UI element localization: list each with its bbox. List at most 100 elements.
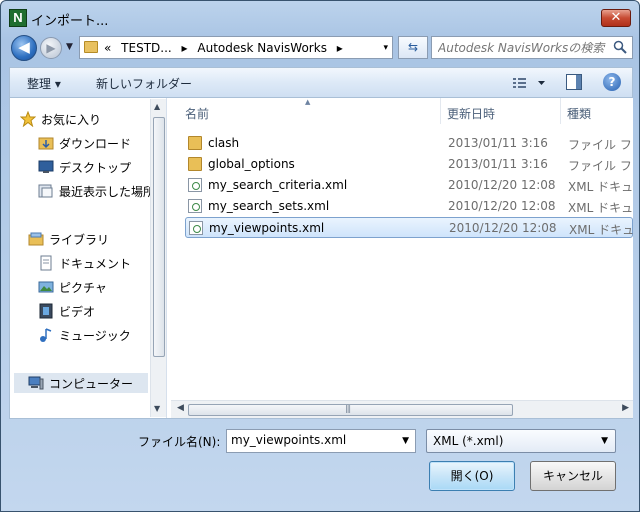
scroll-left-icon[interactable]: ◀ [177,403,184,413]
xml-file-icon [188,178,202,192]
nav-label: コンピューター [49,377,134,391]
navisworks-app-icon: N [9,9,27,27]
scroll-up-icon[interactable]: ▲ [154,102,160,111]
address-dropdown-icon[interactable]: ▾ [383,43,388,53]
nav-label: ミュージック [59,329,131,343]
search-input[interactable] [438,39,608,56]
title-bar[interactable]: N インポート... ✕ [1,1,639,33]
preview-pane-icon[interactable] [566,74,582,90]
breadcrumb: « TESTD... ▸ Autodesk NavisWorks ▸ [104,41,349,55]
file-type: ファイル フォルダー [568,159,634,173]
file-row-my-search-criteria[interactable]: my_search_criteria.xml 2010/12/20 12:08 … [185,175,634,196]
scroll-right-icon[interactable]: ▶ [622,403,629,413]
nav-item-videos[interactable]: ビデオ [38,301,148,321]
folder-icon [188,157,202,171]
file-row-my-search-sets[interactable]: my_search_sets.xml 2010/12/20 12:08 XML … [185,196,634,217]
breadcrumb-item-testd[interactable]: TESTD... [121,41,172,55]
chevron-down-icon[interactable]: ▼ [601,436,608,446]
nav-item-music[interactable]: ミュージック [38,325,148,345]
nav-label: ビデオ [59,305,96,319]
scroll-down-icon[interactable]: ▼ [154,404,160,413]
open-button[interactable]: 開く(O) [429,461,515,491]
file-row-my-viewpoints[interactable]: my_viewpoints.xml 2010/12/20 12:08 XML ド… [185,217,635,238]
music-icon [40,328,52,342]
breadcrumb-item-navisworks[interactable]: Autodesk NavisWorks [197,41,327,55]
close-button[interactable]: ✕ [601,9,631,27]
star-icon [20,111,36,127]
nav-label: デスクトップ [59,161,132,175]
file-modified: 2013/01/11 3:16 [448,157,548,171]
column-header-name[interactable]: 名前 [179,98,441,124]
filename-label: ファイル名(N): [138,435,221,449]
file-type: ファイル フォルダー [568,138,634,152]
navigation-pane[interactable]: お気に入り ダウンロード デスクトップ 最近表示した場所 ライブラリ ドキュメン… [10,98,167,418]
scroll-thumb[interactable]: ||| [188,404,513,416]
back-button[interactable]: ◀ [11,35,37,61]
file-name: my_search_criteria.xml [208,178,348,192]
nav-item-recent-places[interactable]: 最近表示した場所 [38,181,150,201]
address-bar[interactable]: « TESTD... ▸ Autodesk NavisWorks ▸ ▾ [79,36,393,59]
cancel-button[interactable]: キャンセル [530,461,616,491]
search-icon[interactable] [613,40,627,54]
file-type: XML ドキュメント [568,201,634,215]
command-toolbar: 整理 ▾ 新しいフォルダー ? [9,67,633,97]
nav-item-libraries[interactable]: ライブラリ [28,229,148,249]
nav-vertical-scrollbar[interactable]: ▲ ▼ [150,99,166,417]
file-name: my_search_sets.xml [208,199,330,213]
search-box[interactable] [431,36,633,59]
file-row-clash[interactable]: clash 2013/01/11 3:16 ファイル フォルダー [185,133,634,154]
scroll-grip-icon: ||| [345,404,351,413]
breadcrumb-separator-icon[interactable]: ▸ [337,41,343,55]
file-name: global_options [208,157,295,171]
nav-label: ライブラリ [49,233,110,247]
nav-label: ダウンロード [59,137,132,151]
xml-file-icon [188,199,202,213]
file-name: clash [208,136,240,150]
documents-icon [40,255,52,271]
download-folder-icon [38,137,54,150]
address-row: ◀ ▶ ▼ « TESTD... ▸ Autodesk NavisWorks ▸… [9,33,633,63]
filename-combobox[interactable]: ▼ [226,429,416,453]
column-header-type[interactable]: 種類 [561,98,633,124]
file-modified: 2010/12/20 12:08 [448,178,556,192]
nav-label: ドキュメント [59,257,132,271]
forward-button[interactable]: ▶ [40,37,62,59]
filename-input[interactable] [231,433,391,447]
nav-label: 最近表示した場所 [59,185,150,199]
window-title: インポート... [31,14,109,29]
videos-icon [39,303,53,319]
nav-item-desktop[interactable]: デスクトップ [38,157,148,177]
chevron-down-icon[interactable]: ▼ [402,436,409,446]
nav-label: お気に入り [41,113,102,127]
organize-menu[interactable]: 整理 ▾ [27,75,61,92]
xml-file-icon [189,221,203,235]
file-horizontal-scrollbar[interactable]: ◀ ||| ▶ [171,400,633,418]
nav-item-documents[interactable]: ドキュメント [38,253,148,273]
computer-icon [28,376,44,390]
file-type: XML ドキュメント [569,223,635,237]
nav-item-downloads[interactable]: ダウンロード [38,133,148,153]
nav-item-favorites[interactable]: お気に入り [20,109,148,129]
nav-item-pictures[interactable]: ピクチャ [38,277,148,297]
help-icon[interactable]: ? [603,73,621,91]
change-view-icon[interactable] [512,75,546,91]
recent-places-icon [38,184,53,198]
scroll-thumb[interactable] [153,117,165,357]
file-list[interactable]: ▲ 名前 更新日時 種類 clash 2013/01/11 3:16 ファイル … [171,98,635,418]
nav-item-computer[interactable]: コンピューター [14,373,148,393]
new-folder-button[interactable]: 新しいフォルダー [96,75,192,92]
desktop-icon [38,160,54,173]
file-row-global-options[interactable]: global_options 2013/01/11 3:16 ファイル フォルダ… [185,154,634,175]
filetype-select[interactable]: XML (*.xml) ▼ [426,429,616,453]
breadcrumb-overflow[interactable]: « [104,41,111,55]
file-modified: 2010/12/20 12:08 [448,199,556,213]
breadcrumb-separator-icon[interactable]: ▸ [182,41,188,55]
file-modified: 2013/01/11 3:16 [448,136,548,150]
refresh-button[interactable]: ⇆ [398,36,428,59]
file-modified: 2010/12/20 12:08 [449,221,557,235]
column-header-modified[interactable]: 更新日時 [441,98,561,124]
folder-icon [188,136,202,150]
file-type: XML ドキュメント [568,180,634,194]
file-name: my_viewpoints.xml [209,221,325,235]
recent-pages-dropdown[interactable]: ▼ [66,42,73,52]
